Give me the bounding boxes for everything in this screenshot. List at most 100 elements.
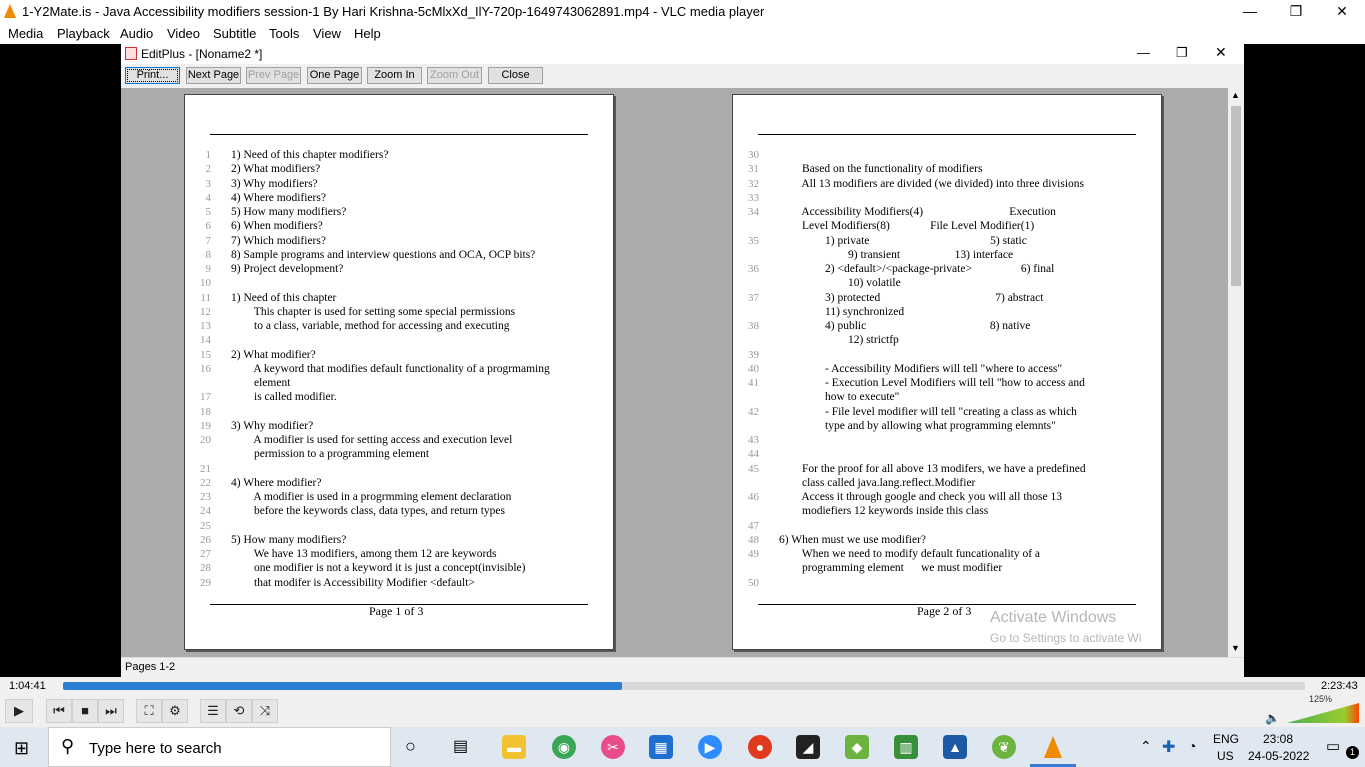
recorder-icon[interactable]: ●	[748, 735, 772, 759]
store-icon[interactable]: ▦	[649, 735, 673, 759]
stop-button[interactable]: ■	[72, 699, 98, 723]
text-line: 4) Where modifiers?	[231, 191, 326, 204]
zoom-icon[interactable]: ▶	[698, 735, 722, 759]
loop-button[interactable]: ⟲	[226, 699, 252, 723]
file-explorer-icon[interactable]: ▬	[502, 735, 526, 759]
menu-view[interactable]: View	[313, 26, 341, 41]
vlc-taskbar-icon[interactable]	[1043, 734, 1063, 760]
line-number: 6	[205, 220, 212, 233]
menu-playback[interactable]: Playback	[57, 26, 110, 41]
play-button[interactable]: ▶	[5, 699, 33, 723]
line-number: 20	[200, 434, 211, 446]
page-1-footer: Page 1 of 3	[369, 604, 424, 618]
lang-label[interactable]: ENG	[1213, 732, 1239, 746]
line-number: 15	[200, 348, 211, 361]
menu-audio[interactable]: Audio	[120, 26, 153, 41]
line-number: 2	[205, 163, 212, 176]
line-number: 50	[748, 576, 759, 589]
text-line: - File level modifier will tell "creatin…	[779, 405, 1077, 418]
text-line: before the keywords class, data types, a…	[231, 505, 506, 518]
next-page-button: Next Page	[186, 67, 241, 84]
notification-icon[interactable]: ▭	[1326, 737, 1340, 755]
chrome-icon[interactable]: ◉	[552, 735, 576, 759]
line-number: 47	[748, 519, 759, 532]
spring-icon[interactable]: ❦	[992, 735, 1016, 759]
text-line: 12) strictfp	[779, 334, 899, 347]
scroll-down-icon: ▼	[1231, 643, 1240, 653]
text-line: This chapter is used for setting some sp…	[231, 305, 516, 318]
editplus-titlebar: EditPlus - [Noname2 *] — ❐ ✕	[121, 44, 1244, 64]
minimize-button[interactable]: —	[1227, 0, 1273, 23]
seek-bar[interactable]	[63, 682, 1305, 690]
previous-button[interactable]: ⏮	[46, 699, 72, 723]
text-line: 2) What modifiers?	[231, 163, 321, 176]
extended-settings-button[interactable]: ⚙	[162, 699, 188, 723]
text-line: modiefiers 12 keywords inside this class	[779, 505, 989, 518]
text-line: 1) private 5) static	[779, 234, 1027, 247]
chart-app-icon[interactable]: ▥	[894, 735, 918, 759]
text-line: 3) protected 7) abstract	[779, 291, 1044, 304]
text-line: A keyword that modifies default function…	[231, 362, 550, 375]
menu-subtitle[interactable]: Subtitle	[213, 26, 256, 41]
text-line: 2) <default>/<package-private> 6) final	[779, 263, 1055, 275]
tray-chevron-icon[interactable]: ⌃	[1140, 738, 1152, 755]
line-number: 12	[200, 305, 211, 318]
text-line: 9) Project development?	[231, 263, 344, 275]
paint3d-icon[interactable]: ◆	[845, 735, 869, 759]
next-button[interactable]: ⏭	[98, 699, 124, 723]
menu-video[interactable]: Video	[167, 26, 200, 41]
text-line: A modifier is used for setting access an…	[231, 434, 513, 446]
maximize-button[interactable]: ❐	[1273, 0, 1319, 23]
seek-progress	[63, 682, 622, 690]
line-number: 18	[200, 405, 211, 418]
line-number: 45	[748, 462, 759, 475]
photos-icon[interactable]: ▲	[943, 735, 967, 759]
text-line: type and by allowing what programming el…	[779, 419, 1056, 432]
text-line: 7) Which modifiers?	[231, 234, 326, 247]
line-number: 13	[200, 320, 211, 332]
editplus-restore-icon: ❐	[1176, 45, 1188, 60]
text-line: 6) When must we use modifier?	[779, 533, 927, 546]
line-number: 26	[200, 533, 211, 546]
menu-tools[interactable]: Tools	[269, 26, 299, 41]
line-number: 39	[748, 348, 759, 361]
notification-count: 1	[1346, 746, 1359, 759]
text-line: Level Modifiers(8) File Level Modifier(1…	[779, 220, 1035, 233]
windows-start-icon[interactable]: ⊞	[14, 738, 29, 759]
taskbar-search[interactable]: ⚲ Type here to search	[48, 727, 391, 767]
line-number: 17	[200, 391, 211, 404]
menu-media[interactable]: Media	[8, 26, 43, 41]
preview-page-1: 1 1) Need of this chapter modifiers? 2 2) W…	[184, 94, 614, 650]
editplus-window: EditPlus - [Noname2 *] — ❐ ✕ Print... Ne…	[121, 44, 1244, 677]
cortana-icon[interactable]: ○	[405, 736, 416, 757]
close-button[interactable]: ✕	[1319, 0, 1365, 23]
text-line: element	[231, 377, 291, 389]
search-icon: ⚲	[61, 736, 75, 756]
clock-time[interactable]: 23:08	[1263, 732, 1293, 746]
speaker-icon: 🔈	[1265, 711, 1280, 725]
line-number: 36	[748, 263, 759, 275]
header-rule	[210, 134, 588, 135]
text-line: A modifier is used in a progrmming eleme…	[231, 491, 512, 503]
text-line: permission to a programming element	[231, 448, 430, 461]
tray-plus-icon[interactable]: ✚	[1162, 737, 1175, 757]
text-line: 5) How many modifiers?	[231, 206, 347, 218]
zoom-out-button: Zoom Out	[427, 67, 482, 84]
sticky-app-icon[interactable]: ◢	[796, 735, 820, 759]
text-line: 1) Need of this chapter modifiers?	[231, 149, 389, 161]
text-line: 4) Where modifier?	[231, 476, 322, 489]
volume-slider[interactable]: 125%	[1287, 694, 1359, 723]
text-line: 1) Need of this chapter	[231, 291, 337, 304]
line-number: 49	[748, 548, 759, 560]
fullscreen-button[interactable]: ⛶	[136, 699, 162, 723]
region-label: US	[1217, 749, 1234, 763]
line-number: 29	[200, 576, 211, 589]
editplus-statusbar: Pages 1-2	[121, 657, 1244, 677]
shuffle-button[interactable]: ⤨	[252, 699, 278, 723]
text-line: Accessibility Modifiers(4) Execution	[779, 206, 1056, 218]
menu-help[interactable]: Help	[354, 26, 381, 41]
network-icon[interactable]: ◔	[1188, 738, 1196, 754]
task-view-icon[interactable]: ▤	[453, 736, 468, 756]
playlist-button[interactable]: ☰	[200, 699, 226, 723]
snipping-tool-icon[interactable]: ✂	[601, 735, 625, 759]
